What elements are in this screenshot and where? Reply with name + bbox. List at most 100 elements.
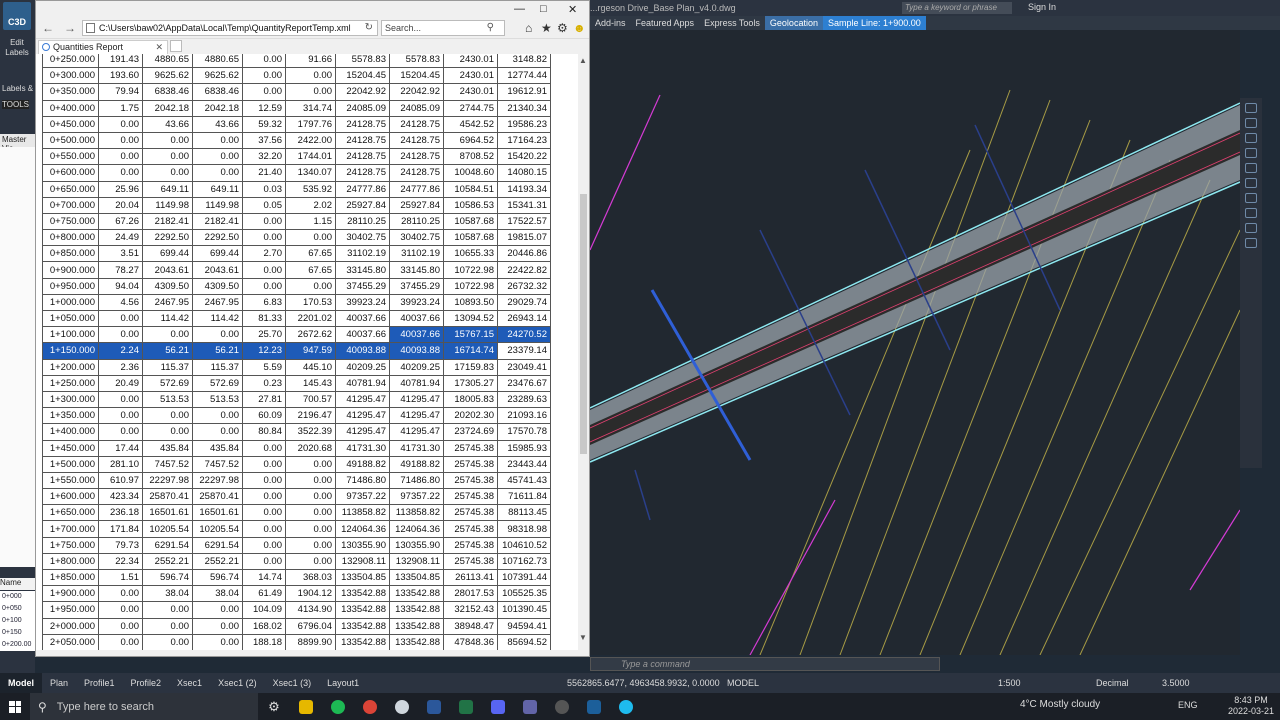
table-cell: 40093.88 [389, 342, 444, 360]
table-cell: 0.00 [192, 326, 243, 344]
browser-search-input[interactable]: Search... ⚲ [381, 20, 505, 36]
scroll-up-icon[interactable]: ▲ [579, 56, 587, 65]
layout-tab-profile1[interactable]: Profile1 [76, 673, 123, 693]
table-cell: 0.00 [285, 536, 336, 554]
zoom-icon[interactable] [1245, 133, 1257, 143]
table-cell: 0.00 [242, 54, 286, 69]
table-cell: 133542.88 [335, 601, 390, 619]
favorites-star-icon[interactable]: ★ [541, 21, 552, 35]
table-cell: 113858.82 [389, 504, 444, 522]
taskbar-search[interactable]: ⚲ Type here to search [30, 693, 258, 720]
internet-explorer-icon[interactable] [610, 693, 642, 720]
table-cell: 0.00 [285, 488, 336, 506]
tab-sample-line[interactable]: Sample Line: 1+900.00 [822, 16, 926, 30]
drawing-viewport[interactable] [590, 30, 1240, 655]
app-icon[interactable] [386, 693, 418, 720]
civil3d-icon[interactable] [578, 693, 610, 720]
layout-tab-xsec1[interactable]: Xsec1 [169, 673, 210, 693]
cad-search-input[interactable]: Type a keyword or phrase [902, 2, 1012, 14]
units-display[interactable]: Decimal [1096, 673, 1129, 693]
teams-icon[interactable] [514, 693, 546, 720]
table-cell: 31102.19 [389, 245, 444, 263]
minimize-icon[interactable]: — [514, 3, 525, 15]
table-cell: 39923.24 [335, 293, 390, 312]
pan-icon[interactable] [1245, 118, 1257, 128]
properties-icon[interactable] [1245, 193, 1257, 203]
lineweight-display[interactable]: 3.5000 [1162, 673, 1190, 693]
forward-arrow-icon[interactable]: → [64, 21, 76, 35]
grid-icon[interactable] [1245, 238, 1257, 248]
settings-app-icon[interactable]: ⚙ [258, 693, 290, 720]
tab-quantities-report[interactable]: Quantities Report ✕ [38, 40, 168, 54]
refresh-icon[interactable]: ↻ [365, 21, 373, 35]
showmotion-icon[interactable] [1245, 163, 1257, 173]
address-bar[interactable]: C:\Users\baw02\AppData\Local\Temp\Quanti… [82, 20, 378, 36]
command-line[interactable]: Type a command [590, 657, 940, 671]
tab-geolocation[interactable]: Geolocation [764, 16, 823, 30]
model-space-toggle[interactable]: MODEL [727, 673, 759, 693]
snap-icon[interactable] [1245, 223, 1257, 233]
table-cell: 20.04 [98, 196, 143, 214]
chrome-icon[interactable] [354, 693, 386, 720]
status-bar: Model Plan Profile1 Profile2 Xsec1 Xsec1… [0, 673, 1280, 693]
file-explorer-icon[interactable] [290, 693, 322, 720]
layer-icon[interactable] [1245, 178, 1257, 188]
edit-labels-button[interactable]: Edit Labels [2, 38, 32, 58]
tab-close-icon[interactable]: ✕ [155, 41, 163, 53]
table-cell: 145.43 [285, 374, 336, 392]
home-icon[interactable]: ⌂ [525, 21, 532, 35]
language-indicator[interactable]: ENG [1178, 700, 1198, 710]
vertical-scrollbar[interactable]: ▲ ▼ [578, 54, 589, 644]
table-cell: 0.00 [98, 423, 143, 441]
list-item[interactable]: 0+100 [2, 615, 35, 627]
weather-widget[interactable]: 4°C Mostly cloudy [1020, 699, 1100, 710]
app2-icon[interactable] [546, 693, 578, 720]
table-cell: 2+050.000 [42, 633, 99, 650]
layout-tab-layout1[interactable]: Layout1 [319, 673, 367, 693]
discord-icon[interactable] [482, 693, 514, 720]
layout-tab-profile2[interactable]: Profile2 [123, 673, 170, 693]
close-icon[interactable]: ✕ [568, 3, 577, 16]
table-cell: 2.24 [98, 342, 143, 360]
viewcube-icon[interactable] [1245, 103, 1257, 113]
list-item[interactable]: 0+000 [2, 591, 35, 603]
smiley-icon[interactable]: ☻ [573, 21, 586, 35]
annotation-scale[interactable]: 1:500 [998, 673, 1021, 693]
list-item[interactable]: 0+200.00 [2, 639, 35, 651]
excel-icon[interactable] [450, 693, 482, 720]
table-row: 1+700.000 171.84 10205.54 10205.54 0.00 0.00 1… [42, 520, 551, 538]
word-icon[interactable] [418, 693, 450, 720]
table-cell: 19586.23 [497, 115, 551, 133]
table-cell: 0.05 [242, 196, 286, 214]
table-row: 1+850.000 1.51 596.74 596.74 14.74 368.03 1335… [42, 568, 551, 587]
measure-icon[interactable] [1245, 208, 1257, 218]
table-cell: 25745.38 [443, 471, 498, 490]
drawing-canvas [590, 89, 1240, 655]
tab-featured-apps[interactable]: Featured Apps [631, 16, 700, 30]
tab-add-ins[interactable]: Add-ins [590, 16, 631, 30]
orbit-icon[interactable] [1245, 148, 1257, 158]
prospector-tree[interactable] [0, 147, 35, 567]
maximize-icon[interactable]: □ [540, 3, 547, 15]
gear-icon[interactable]: ⚙ [557, 21, 568, 35]
list-item[interactable]: 0+150 [2, 627, 35, 639]
start-button[interactable] [0, 693, 30, 720]
search-icon[interactable]: ⚲ [487, 21, 494, 35]
command-input[interactable]: Type a command [621, 659, 690, 669]
cad-title-bar: ...rgeson Drive_Base Plan_v4.0.dwg Type … [590, 0, 1280, 16]
clock[interactable]: 8:43 PM 2022-03-21 [1228, 695, 1274, 717]
layout-tab-xsec1-2[interactable]: Xsec1 (2) [210, 673, 265, 693]
app-logo[interactable]: C3D [3, 2, 31, 30]
list-item[interactable]: 0+050 [2, 603, 35, 615]
table-cell: 67.26 [98, 212, 143, 231]
scroll-down-icon[interactable]: ▼ [579, 633, 587, 642]
layout-tab-plan[interactable]: Plan [42, 673, 76, 693]
sign-in-button[interactable]: Sign In [1028, 2, 1056, 12]
new-tab-button[interactable] [170, 40, 182, 52]
scroll-thumb[interactable] [580, 194, 587, 454]
layout-tab-model[interactable]: Model [0, 673, 42, 693]
back-arrow-icon[interactable]: ← [42, 21, 54, 35]
tab-express-tools[interactable]: Express Tools [699, 16, 765, 30]
spotify-icon[interactable] [322, 693, 354, 720]
layout-tab-xsec1-3[interactable]: Xsec1 (3) [265, 673, 320, 693]
